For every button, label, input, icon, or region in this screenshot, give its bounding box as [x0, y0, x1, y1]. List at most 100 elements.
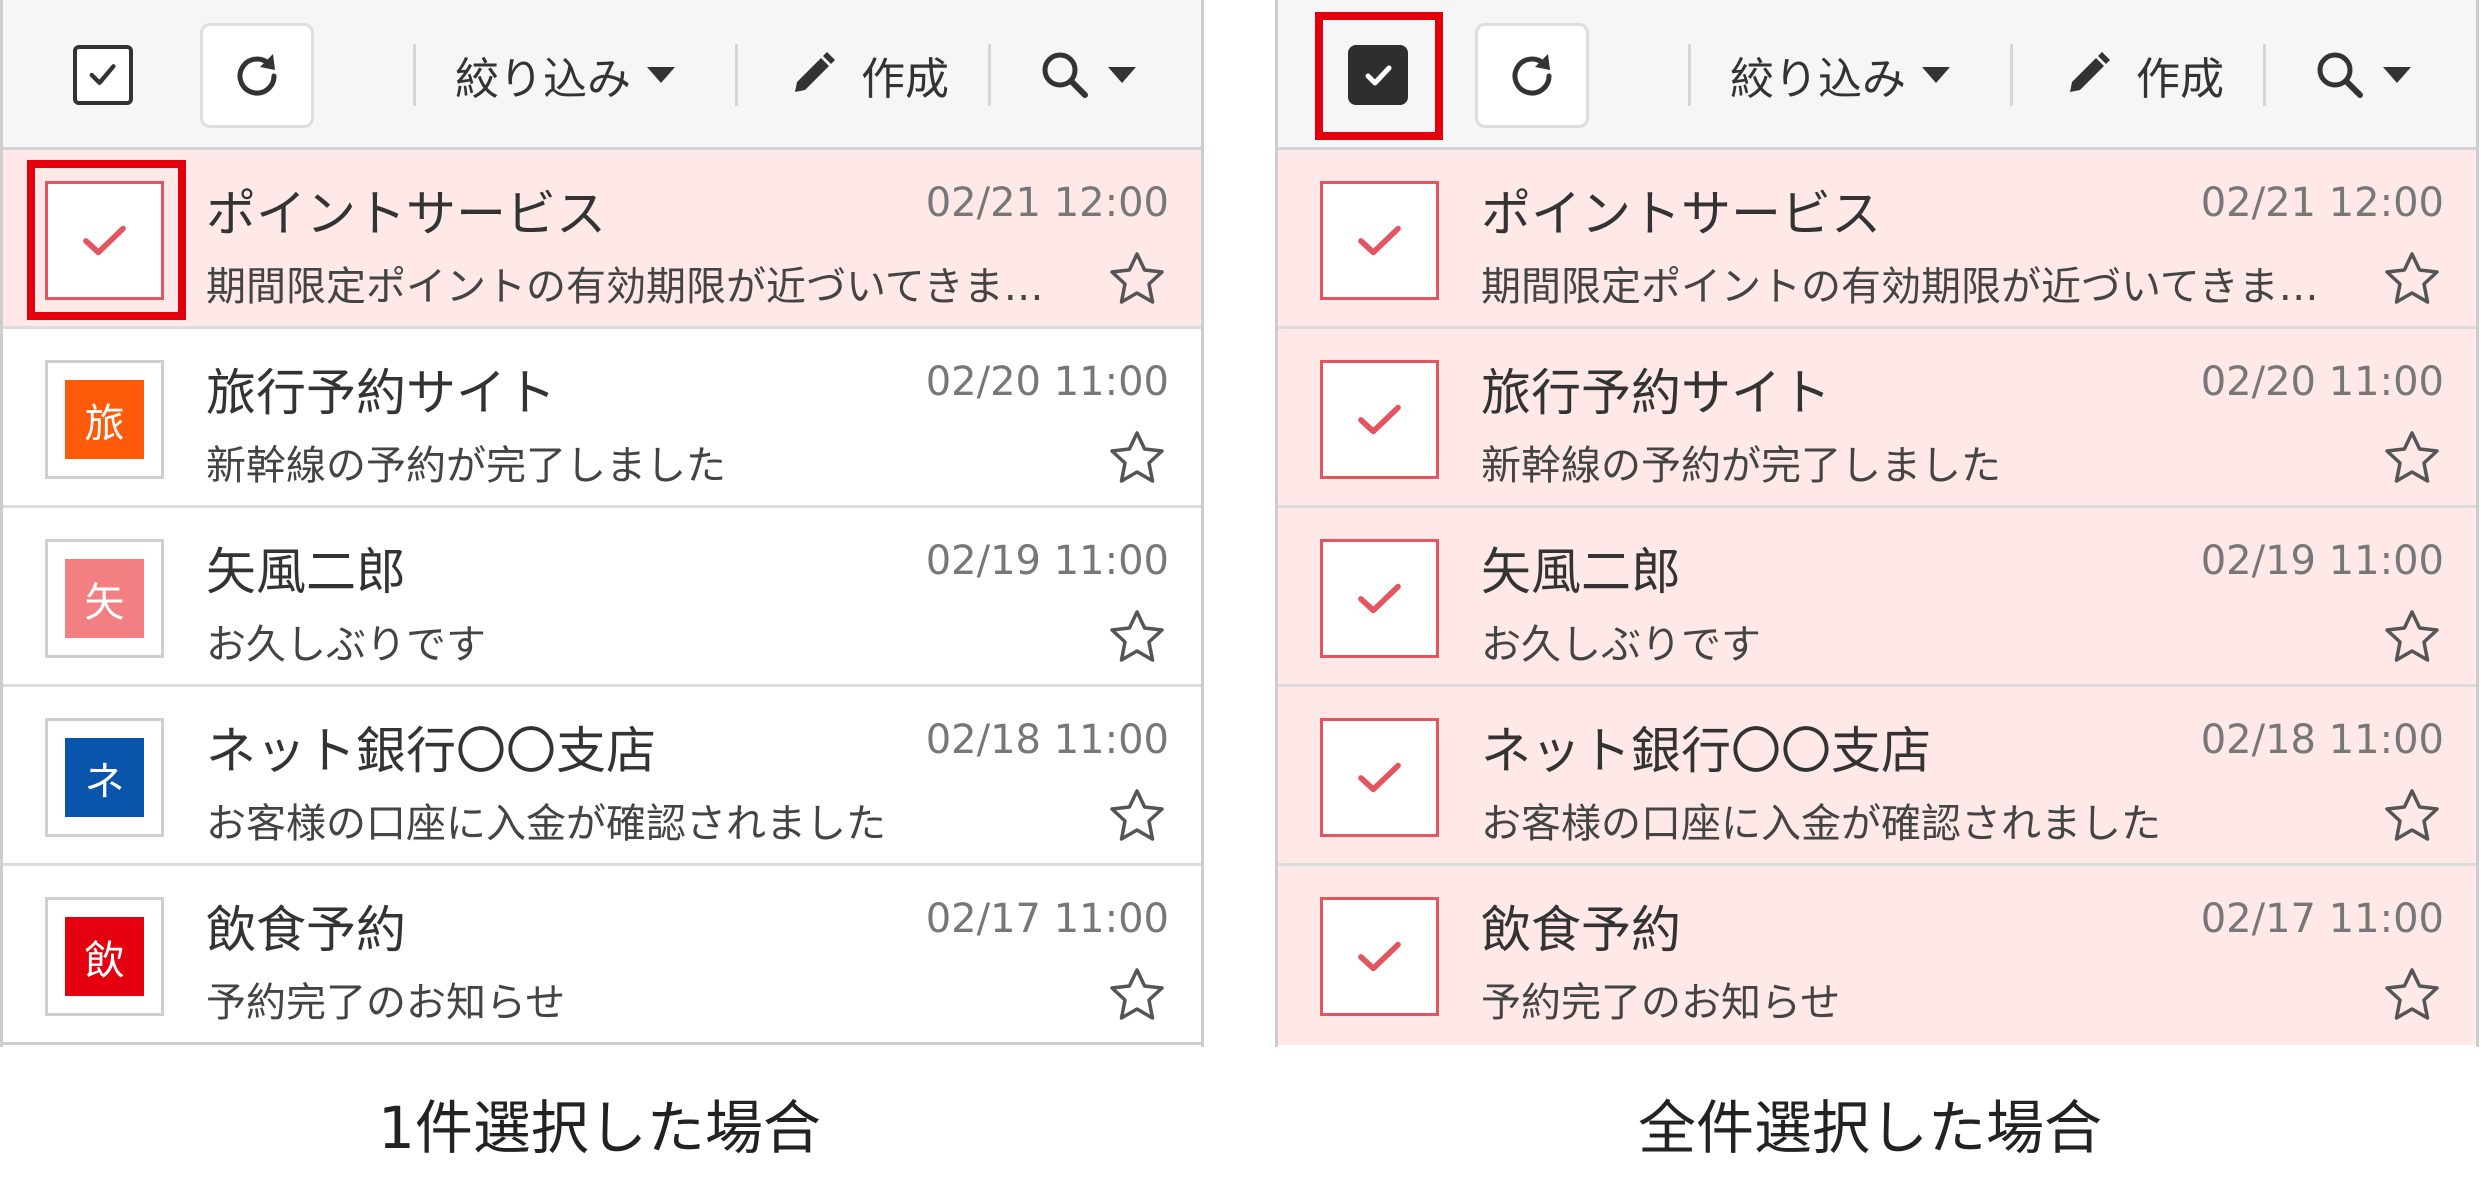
- mail-row[interactable]: ポイントサービス 02/21 12:00 期間限定ポイントの有効期限が近づいてき…: [1278, 150, 2476, 329]
- filter-button[interactable]: 絞り込み: [455, 40, 675, 110]
- mail-row[interactable]: 矢風二郎 02/19 11:00 お久しぶりです: [1278, 508, 2476, 687]
- star-icon[interactable]: [2382, 608, 2442, 668]
- sender-name: 旅行予約サイト: [206, 364, 556, 422]
- avatar[interactable]: ネ: [45, 718, 164, 837]
- check-icon: [1358, 225, 1401, 256]
- check-icon: [89, 64, 116, 85]
- toolbar: 絞り込み 作成: [3, 0, 1201, 150]
- subject-preview: お客様の口座に入金が確認されました: [206, 801, 886, 847]
- row-checkbox-checked[interactable]: [1320, 181, 1439, 300]
- check-icon: [1358, 404, 1401, 435]
- received-date: 02/19 11:00: [2200, 538, 2444, 584]
- received-date: 02/19 11:00: [925, 538, 1169, 584]
- sender-name: ポイントサービス: [206, 185, 606, 243]
- pencil-icon: [2070, 52, 2110, 92]
- sender-name: ポイントサービス: [1481, 185, 1881, 243]
- row-checkbox-checked[interactable]: [1320, 360, 1439, 479]
- star-icon[interactable]: [2382, 966, 2442, 1026]
- search-button[interactable]: [2313, 40, 2411, 110]
- star-icon[interactable]: [1107, 250, 1167, 310]
- subject-preview: 新幹線の予約が完了しました: [1481, 443, 2001, 489]
- refresh-button[interactable]: [1475, 23, 1589, 128]
- caption-all-selected: 全件選択した場合: [1638, 1094, 2103, 1162]
- toolbar-divider: [1688, 44, 1691, 106]
- sender-name: 旅行予約サイト: [1481, 364, 1831, 422]
- filter-button[interactable]: 絞り込み: [1730, 40, 1950, 110]
- toolbar-divider: [2010, 44, 2013, 106]
- sender-name: 矢風二郎: [206, 543, 406, 601]
- sender-name: 飲食予約: [1481, 901, 1681, 959]
- sender-name: 飲食予約: [206, 901, 406, 959]
- mail-row[interactable]: 旅行予約サイト 02/20 11:00 新幹線の予約が完了しました: [1278, 329, 2476, 508]
- mail-row[interactable]: 旅 旅行予約サイト 02/20 11:00 新幹線の予約が完了しました: [3, 329, 1201, 508]
- refresh-button[interactable]: [200, 23, 314, 128]
- avatar-initial: 旅: [65, 380, 144, 459]
- subject-preview: 予約完了のお知らせ: [1481, 980, 1841, 1026]
- caret-down-icon: [647, 67, 675, 83]
- received-date: 02/20 11:00: [2200, 359, 2444, 405]
- sender-name: ネット銀行〇〇支店: [1481, 722, 1931, 780]
- star-icon[interactable]: [1107, 429, 1167, 489]
- star-icon[interactable]: [1107, 608, 1167, 668]
- mail-row[interactable]: 飲 飲食予約 02/17 11:00 予約完了のお知らせ: [3, 866, 1201, 1045]
- mail-row[interactable]: ネット銀行〇〇支店 02/18 11:00 お客様の口座に入金が確認されました: [1278, 687, 2476, 866]
- avatar-initial: 飲: [65, 917, 144, 996]
- received-date: 02/18 11:00: [2200, 717, 2444, 763]
- check-icon: [1358, 762, 1401, 793]
- star-icon[interactable]: [2382, 429, 2442, 489]
- received-date: 02/18 11:00: [925, 717, 1169, 763]
- compose-button[interactable]: 作成: [785, 40, 949, 110]
- refresh-icon: [237, 54, 277, 96]
- compose-label: 作成: [2136, 54, 2224, 105]
- search-button[interactable]: [1038, 40, 1136, 110]
- toolbar: 絞り込み 作成: [1278, 0, 2476, 150]
- mail-row[interactable]: 飲食予約 02/17 11:00 予約完了のお知らせ: [1278, 866, 2476, 1045]
- compose-label: 作成: [861, 54, 949, 105]
- mail-list-panel-all-selected: 絞り込み 作成 ポイントサービス 02/21 12:00 期間限定ポイントの有効…: [1275, 0, 2479, 1047]
- search-icon: [2317, 52, 2363, 98]
- star-icon[interactable]: [2382, 787, 2442, 847]
- received-date: 02/17 11:00: [925, 896, 1169, 942]
- caret-down-icon: [1922, 67, 1950, 83]
- refresh-icon: [1512, 54, 1552, 96]
- star-icon[interactable]: [2382, 250, 2442, 310]
- row-checkbox-checked[interactable]: [1320, 539, 1439, 658]
- mail-row[interactable]: ネ ネット銀行〇〇支店 02/18 11:00 お客様の口座に入金が確認されまし…: [3, 687, 1201, 866]
- mail-row[interactable]: 矢 矢風二郎 02/19 11:00 お久しぶりです: [3, 508, 1201, 687]
- subject-preview: お久しぶりです: [206, 622, 486, 668]
- highlight-box: [1315, 12, 1443, 140]
- subject-preview: 新幹線の予約が完了しました: [206, 443, 726, 489]
- subject-preview: 予約完了のお知らせ: [206, 980, 566, 1026]
- row-checkbox-checked[interactable]: [1320, 718, 1439, 837]
- toolbar-divider: [988, 44, 991, 106]
- avatar[interactable]: 旅: [45, 360, 164, 479]
- sender-name: 矢風二郎: [1481, 543, 1681, 601]
- star-icon[interactable]: [1107, 966, 1167, 1026]
- avatar-initial: ネ: [65, 738, 144, 817]
- avatar-initial: 矢: [65, 559, 144, 638]
- toolbar-divider: [2263, 44, 2266, 106]
- caret-down-icon: [1108, 67, 1136, 83]
- subject-preview: お久しぶりです: [1481, 622, 1761, 668]
- pencil-icon: [795, 52, 835, 92]
- toolbar-divider: [413, 44, 416, 106]
- filter-label: 絞り込み: [1730, 54, 1906, 105]
- star-icon[interactable]: [1107, 787, 1167, 847]
- caption-single-select: 1件選択した場合: [378, 1094, 821, 1162]
- row-checkbox-checked[interactable]: [1320, 897, 1439, 1016]
- toolbar-divider: [735, 44, 738, 106]
- avatar[interactable]: 飲: [45, 897, 164, 1016]
- caret-down-icon: [2383, 67, 2411, 83]
- highlight-box: [27, 160, 186, 320]
- compose-button[interactable]: 作成: [2060, 40, 2224, 110]
- filter-label: 絞り込み: [455, 54, 631, 105]
- subject-preview: お客様の口座に入金が確認されました: [1481, 801, 2161, 847]
- select-all-checkbox[interactable]: [73, 45, 133, 105]
- mail-list-panel-single-select: 絞り込み 作成 ポイントサービス 02/21 12:00 期間限定ポイントの有効…: [0, 0, 1204, 1047]
- subject-preview: 期間限定ポイントの有効期限が近づいてきま…: [206, 264, 1044, 310]
- check-icon: [1358, 583, 1401, 614]
- sender-name: ネット銀行〇〇支店: [206, 722, 656, 780]
- received-date: 02/17 11:00: [2200, 896, 2444, 942]
- received-date: 02/21 12:00: [2200, 180, 2444, 226]
- avatar[interactable]: 矢: [45, 539, 164, 658]
